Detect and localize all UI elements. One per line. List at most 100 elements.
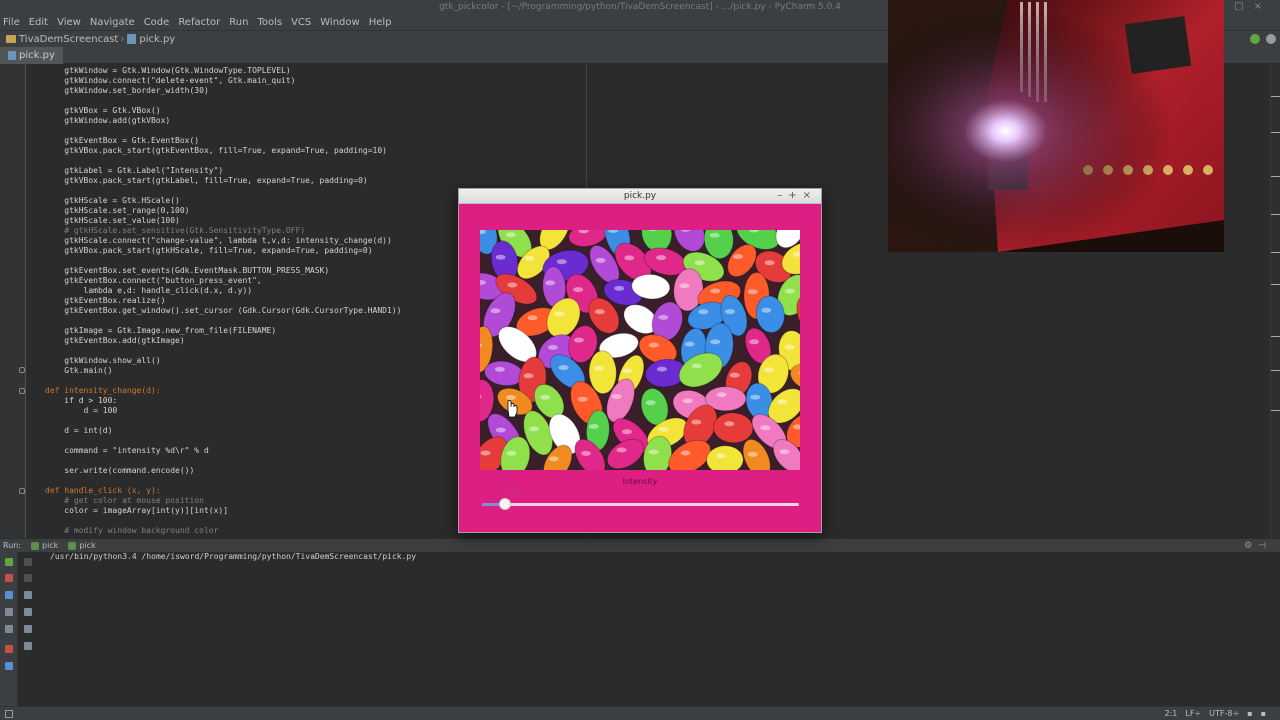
code-line[interactable]: gtkHScale = Gtk.HScale() xyxy=(45,196,401,206)
menu-view[interactable]: View xyxy=(57,17,81,28)
print-icon[interactable] xyxy=(24,625,32,633)
code-line[interactable]: # get color at mouse position xyxy=(45,496,401,506)
run-tab-pick-2[interactable]: pick xyxy=(68,541,96,550)
menu-refactor[interactable]: Refactor xyxy=(178,17,220,28)
code-line[interactable] xyxy=(45,126,401,136)
code-line[interactable] xyxy=(45,376,401,386)
intensity-slider-knob[interactable] xyxy=(499,498,511,510)
code-line[interactable] xyxy=(45,346,401,356)
code-line[interactable]: gtkEventBox.get_window().set_cursor (Gdk… xyxy=(45,306,401,316)
scroll-marker[interactable] xyxy=(1271,370,1280,371)
scroll-marker[interactable] xyxy=(1271,214,1280,215)
menu-navigate[interactable]: Navigate xyxy=(90,17,135,28)
code-line[interactable]: gtkEventBox.set_events(Gdk.EventMask.BUT… xyxy=(45,266,401,276)
pause-icon[interactable] xyxy=(5,591,13,599)
settings-icon[interactable]: ⚙ xyxy=(1244,541,1258,551)
help-icon[interactable] xyxy=(5,662,13,670)
code-line[interactable]: if d > 100: xyxy=(45,396,401,406)
cursor-position[interactable]: 2:1 xyxy=(1164,709,1177,718)
code-line[interactable]: d = int(d) xyxy=(45,426,401,436)
code-line[interactable]: Gtk.main() xyxy=(45,366,401,376)
run-console[interactable]: /usr/bin/python3.4 /home/isword/Programm… xyxy=(38,552,1280,706)
lock-icon[interactable]: ▪ xyxy=(1247,709,1252,718)
code-line[interactable]: gtkVBox = Gtk.VBox() xyxy=(45,106,401,116)
scroll-marker[interactable] xyxy=(1271,410,1280,411)
code-line[interactable]: gtkEventBox.add(gtkImage) xyxy=(45,336,401,346)
scroll-marker[interactable] xyxy=(1271,132,1280,133)
code-line[interactable] xyxy=(45,186,401,196)
menu-code[interactable]: Code xyxy=(144,17,170,28)
code-line[interactable] xyxy=(45,156,401,166)
code-line[interactable] xyxy=(45,456,401,466)
code-line[interactable] xyxy=(45,416,401,426)
pin-icon[interactable] xyxy=(5,625,13,633)
clear-icon[interactable] xyxy=(24,642,32,650)
breadcrumb-file[interactable]: pick.py xyxy=(139,34,175,45)
code-line[interactable]: lambda e,d: handle_click(d.x, d.y)) xyxy=(45,286,401,296)
editor-gutter[interactable] xyxy=(0,64,26,538)
code-line[interactable]: gtkWindow = Gtk.Window(Gtk.WindowType.TO… xyxy=(45,66,401,76)
tab-pick-py[interactable]: pick.py xyxy=(0,47,63,64)
search-everywhere-icon[interactable] xyxy=(1266,34,1276,44)
menu-vcs[interactable]: VCS xyxy=(291,17,311,28)
code-line[interactable]: gtkHScale.set_value(100) xyxy=(45,216,401,226)
soft-wrap-icon[interactable] xyxy=(24,591,32,599)
code-line[interactable]: gtkWindow.connect("delete-event", Gtk.ma… xyxy=(45,76,401,86)
code-line[interactable]: command = "intensity %d\r" % d xyxy=(45,446,401,456)
code-line[interactable]: gtkHScale.set_range(0,100) xyxy=(45,206,401,216)
hide-panel-icon[interactable]: ⊣ xyxy=(1258,541,1272,551)
code-line[interactable]: color = imageArray[int(y)][int(x)] xyxy=(45,506,401,516)
menu-help[interactable]: Help xyxy=(369,17,392,28)
code-line[interactable]: gtkEventBox.realize() xyxy=(45,296,401,306)
maximize-icon[interactable]: □ xyxy=(1234,1,1253,12)
editor-scrollbar[interactable] xyxy=(1270,64,1280,538)
code-line[interactable] xyxy=(45,316,401,326)
file-encoding[interactable]: UTF-8÷ xyxy=(1209,709,1239,718)
code-line[interactable]: gtkVBox.pack_start(gtkEventBox, fill=Tru… xyxy=(45,146,401,156)
code-line[interactable]: def intensity_change(d): xyxy=(45,386,401,396)
code-line[interactable]: # modify window background color xyxy=(45,526,401,536)
code-line[interactable]: gtkHScale.connect("change-value", lambda… xyxy=(45,236,401,246)
code-line[interactable]: gtkWindow.add(gtkVBox) xyxy=(45,116,401,126)
code-line[interactable]: gtkImage = Gtk.Image.new_from_file(FILEN… xyxy=(45,326,401,336)
maximize-icon[interactable]: + xyxy=(788,190,802,201)
code-line[interactable] xyxy=(45,96,401,106)
menu-run[interactable]: Run xyxy=(229,17,248,28)
toggle-toolwindows-icon[interactable] xyxy=(5,710,13,718)
fold-icon[interactable] xyxy=(19,388,25,394)
fold-icon[interactable] xyxy=(19,367,25,373)
scroll-to-end-icon[interactable] xyxy=(24,608,32,616)
intensity-slider-trough[interactable] xyxy=(482,503,799,506)
inspector-icon[interactable]: ▪ xyxy=(1261,709,1266,718)
window-controls[interactable]: –□× xyxy=(1219,1,1272,12)
up-arrow-icon[interactable] xyxy=(24,558,32,566)
code-line[interactable]: ser.write(command.encode()) xyxy=(45,466,401,476)
close-icon[interactable] xyxy=(5,645,13,653)
close-icon[interactable]: × xyxy=(803,190,817,201)
menu-edit[interactable]: Edit xyxy=(29,17,48,28)
code-line[interactable]: gtkVBox.pack_start(gtkHScale, fill=True,… xyxy=(45,246,401,256)
stop-icon[interactable] xyxy=(5,574,13,582)
code-line[interactable] xyxy=(45,436,401,446)
menu-window[interactable]: Window xyxy=(320,17,359,28)
down-arrow-icon[interactable] xyxy=(24,574,32,582)
scroll-marker[interactable] xyxy=(1271,336,1280,337)
code-line[interactable]: gtkWindow.set_border_width(30) xyxy=(45,86,401,96)
code-line[interactable]: # gtkHScale.set_sensitive(Gtk.Sensitivit… xyxy=(45,226,401,236)
code-line[interactable]: gtkWindow.show_all() xyxy=(45,356,401,366)
jelly-bean-image[interactable] xyxy=(480,230,800,470)
code-line[interactable] xyxy=(45,256,401,266)
line-separator[interactable]: LF÷ xyxy=(1185,709,1201,718)
run-icon[interactable] xyxy=(1250,34,1260,44)
menu-file[interactable]: File xyxy=(3,17,20,28)
code-line[interactable]: gtkEventBox.connect("button_press_event"… xyxy=(45,276,401,286)
scroll-marker[interactable] xyxy=(1271,176,1280,177)
code-line[interactable]: gtkVBox.pack_start(gtkLabel, fill=True, … xyxy=(45,176,401,186)
scroll-marker[interactable] xyxy=(1271,252,1280,253)
rerun-icon[interactable] xyxy=(5,558,13,566)
breadcrumb-project[interactable]: TivaDemScreencast xyxy=(19,34,118,45)
scroll-marker[interactable] xyxy=(1271,96,1280,97)
minimize-icon[interactable]: – xyxy=(777,190,788,201)
code-line[interactable] xyxy=(45,516,401,526)
run-tab-pick[interactable]: pick xyxy=(31,541,58,550)
